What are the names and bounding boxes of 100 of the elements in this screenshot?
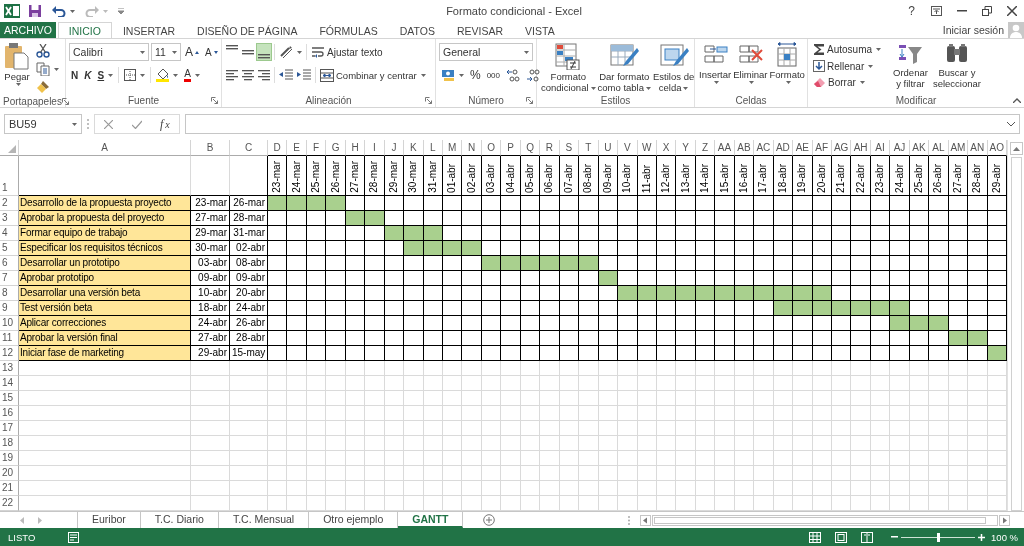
increase-decimal-button[interactable] xyxy=(504,67,523,83)
scroll-left-icon[interactable] xyxy=(20,516,24,524)
cancel-button[interactable] xyxy=(102,118,116,130)
column-header[interactable]: AF xyxy=(812,140,832,156)
column-header[interactable]: AJ xyxy=(890,140,910,156)
sheet-tab[interactable]: GANTT xyxy=(398,512,464,528)
grow-font-button[interactable]: A xyxy=(183,44,201,60)
column-header[interactable]: C xyxy=(230,140,268,156)
column-header[interactable]: AK xyxy=(909,140,930,156)
column-header[interactable]: K xyxy=(404,140,424,156)
sort-filter-button[interactable]: Ordenar y filtrar xyxy=(892,41,929,90)
row-header[interactable]: 15 xyxy=(0,391,19,406)
column-header[interactable]: AH xyxy=(851,140,871,156)
borders-button[interactable] xyxy=(122,68,148,82)
ribbon-tab[interactable]: VISTA xyxy=(514,22,566,38)
column-header[interactable]: AA xyxy=(715,140,735,156)
thousands-button[interactable]: 000 xyxy=(484,69,503,81)
row-header[interactable]: 20 xyxy=(0,466,19,481)
decrease-indent-button[interactable] xyxy=(278,68,294,82)
orientation-button[interactable] xyxy=(278,44,303,60)
column-header[interactable]: D xyxy=(268,140,288,156)
column-header[interactable]: AI xyxy=(870,140,891,156)
cell-styles-button[interactable]: Estilos de celda xyxy=(652,41,696,94)
row-header[interactable]: 18 xyxy=(0,436,19,451)
font-name-field[interactable]: Calibri xyxy=(69,43,149,61)
percent-button[interactable]: % xyxy=(468,67,483,83)
horizontal-scrollbar[interactable] xyxy=(640,512,1010,528)
file-tab[interactable]: ARCHIVO xyxy=(0,22,56,38)
zoom-in-icon[interactable] xyxy=(978,533,986,541)
vertical-scrollbar[interactable] xyxy=(1007,140,1024,511)
ribbon-tab[interactable]: REVISAR xyxy=(445,22,515,38)
number-format-field[interactable]: General xyxy=(439,43,533,61)
column-header[interactable]: S xyxy=(559,140,580,156)
fill-color-button[interactable] xyxy=(154,67,181,83)
column-header[interactable]: X xyxy=(656,140,677,156)
save-button[interactable] xyxy=(26,3,44,19)
column-header[interactable]: G xyxy=(326,140,346,156)
autosum-button[interactable]: Autosuma xyxy=(811,42,884,57)
row-header[interactable]: 19 xyxy=(0,451,19,466)
column-header[interactable]: I xyxy=(365,140,385,156)
column-header[interactable]: B xyxy=(191,140,230,156)
collapse-ribbon-icon[interactable] xyxy=(1013,97,1021,103)
redo-button[interactable] xyxy=(83,4,110,18)
column-header[interactable]: F xyxy=(306,140,327,156)
row-header[interactable]: 1 xyxy=(0,156,19,196)
column-header[interactable]: Y xyxy=(676,140,696,156)
column-header[interactable]: Z xyxy=(695,140,716,156)
format-button[interactable]: Formato xyxy=(768,41,806,85)
column-header[interactable]: AC xyxy=(754,140,774,156)
column-header[interactable]: AN xyxy=(968,140,988,156)
column-header[interactable]: AL xyxy=(929,140,949,156)
dialog-launcher-icon[interactable] xyxy=(61,97,69,105)
ribbon-tab[interactable]: INICIO xyxy=(57,22,112,38)
column-header[interactable]: V xyxy=(618,140,638,156)
paste-button[interactable]: Pegar xyxy=(3,41,31,87)
column-header[interactable]: O xyxy=(481,140,502,156)
column-header[interactable]: A xyxy=(19,140,191,156)
ribbon-tab[interactable]: FÓRMULAS xyxy=(308,22,389,38)
column-header[interactable]: AG xyxy=(831,140,852,156)
formula-input[interactable] xyxy=(185,114,1020,134)
conditional-format-button[interactable]: Formato condicional xyxy=(540,41,597,94)
fill-button[interactable]: Rellenar xyxy=(811,59,884,73)
zoom-level[interactable]: 100 % xyxy=(985,531,1024,543)
row-header[interactable]: 17 xyxy=(0,421,19,436)
dialog-launcher-icon[interactable] xyxy=(526,96,533,104)
format-as-table-button[interactable]: Dar formato como tabla xyxy=(596,41,653,94)
column-header[interactable]: E xyxy=(287,140,307,156)
column-header[interactable]: P xyxy=(501,140,521,156)
column-header[interactable]: R xyxy=(540,140,560,156)
copy-button[interactable] xyxy=(34,61,61,77)
column-header[interactable]: U xyxy=(598,140,619,156)
column-header[interactable]: AB xyxy=(734,140,755,156)
page-break-icon[interactable] xyxy=(861,531,874,543)
column-header[interactable]: H xyxy=(345,140,366,156)
column-header[interactable]: M xyxy=(443,140,463,156)
undo-button[interactable] xyxy=(50,4,77,18)
font-color-button[interactable]: A xyxy=(182,67,202,83)
insert-button[interactable]: Insertar xyxy=(698,41,733,85)
italic-button[interactable]: K xyxy=(82,68,94,82)
clear-button[interactable]: Borrar xyxy=(811,75,884,89)
column-header[interactable]: AE xyxy=(793,140,813,156)
find-select-button[interactable]: Buscar y seleccionar xyxy=(931,41,982,90)
column-header[interactable]: T xyxy=(579,140,599,156)
increase-indent-button[interactable] xyxy=(296,68,312,82)
row-header[interactable]: 21 xyxy=(0,481,19,496)
decrease-decimal-button[interactable] xyxy=(524,67,543,83)
select-all-icon[interactable] xyxy=(8,145,16,153)
merge-center-button[interactable]: Combinar y centrar xyxy=(319,67,427,83)
sign-in-link[interactable]: Iniciar sesión xyxy=(942,22,1008,38)
page-layout-icon[interactable] xyxy=(835,531,848,543)
slider-thumb[interactable] xyxy=(936,532,940,542)
column-header[interactable]: AD xyxy=(773,140,794,156)
row-header[interactable]: 13 xyxy=(0,361,19,376)
dialog-launcher-icon[interactable] xyxy=(211,96,218,104)
underline-button[interactable]: S xyxy=(95,68,116,82)
bottom-align-button[interactable] xyxy=(257,44,271,60)
shrink-font-button[interactable]: A xyxy=(203,45,220,59)
column-header[interactable]: Q xyxy=(520,140,541,156)
row-header[interactable]: 16 xyxy=(0,406,19,421)
column-header[interactable]: L xyxy=(423,140,443,156)
